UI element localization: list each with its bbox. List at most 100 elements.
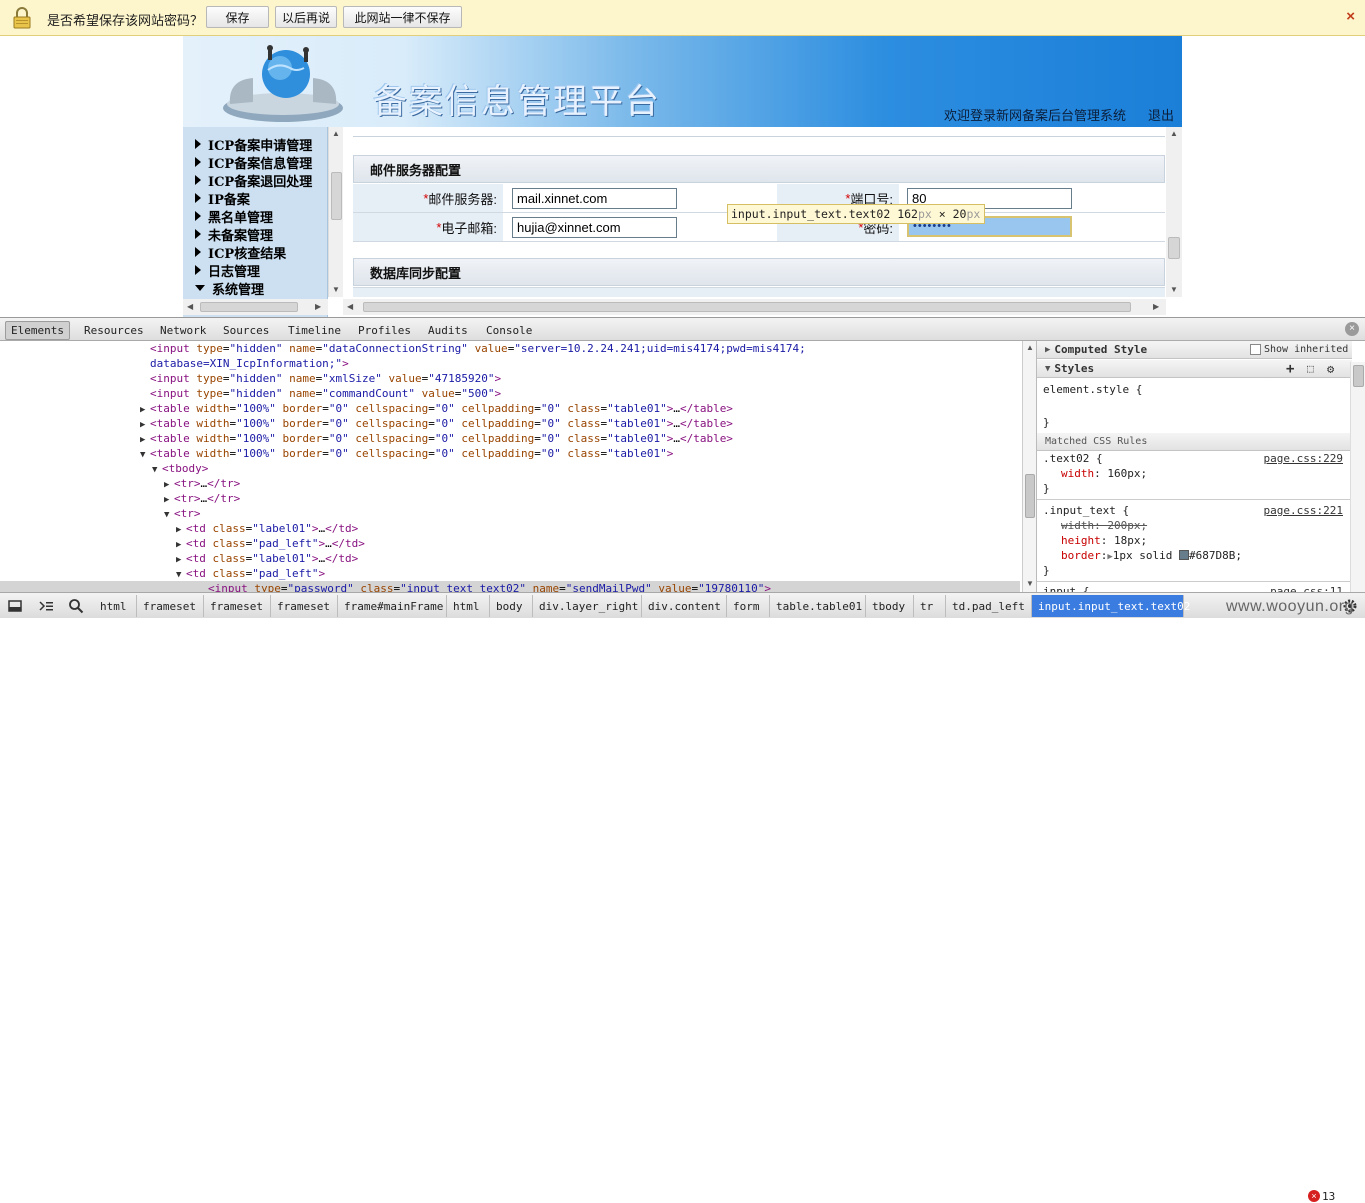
gear-icon[interactable]: ⚙ bbox=[1327, 362, 1334, 376]
scroll-thumb[interactable] bbox=[331, 172, 342, 220]
dom-node-line[interactable]: ▶ <tr>…</tr> bbox=[164, 491, 240, 506]
color-swatch[interactable] bbox=[1179, 550, 1190, 560]
scroll-thumb[interactable] bbox=[1025, 474, 1035, 518]
main-horizontal-scrollbar[interactable]: ◀ ▶ bbox=[343, 299, 1166, 315]
scroll-left-arrow-icon[interactable]: ◀ bbox=[347, 302, 353, 311]
dom-node-line[interactable]: <input type="hidden" name="xmlSize" valu… bbox=[140, 371, 501, 386]
overridden-css-property[interactable]: width: 200px; bbox=[1061, 518, 1147, 533]
collapse-triangle-icon[interactable]: ▼ bbox=[152, 463, 162, 478]
devtools-tab-resources[interactable]: Resources bbox=[79, 321, 149, 340]
scroll-down-arrow-icon[interactable]: ▼ bbox=[1170, 285, 1178, 294]
devtools-tab-timeline[interactable]: Timeline bbox=[283, 321, 346, 340]
dom-node-line[interactable]: ▶ <table width="100%" border="0" cellspac… bbox=[140, 431, 733, 446]
main-vertical-scrollbar[interactable]: ▲ ▼ bbox=[1166, 127, 1182, 297]
email-input[interactable]: hujia@xinnet.com bbox=[512, 217, 677, 238]
logout-link[interactable]: 退出 bbox=[1148, 105, 1174, 124]
rule-selector[interactable]: .input_text { bbox=[1043, 503, 1129, 518]
dom-node-line[interactable]: ▶ <td class="label01">…</td> bbox=[176, 551, 358, 566]
breadcrumb-item[interactable]: frameset bbox=[271, 595, 338, 617]
dom-node-line[interactable]: ▶ <td class="pad_left">…</td> bbox=[176, 536, 365, 551]
infobar-close-icon[interactable]: × bbox=[1346, 8, 1355, 25]
css-property[interactable]: height: 18px; bbox=[1061, 533, 1147, 548]
never-save-button[interactable]: 此网站一律不保存 bbox=[343, 6, 462, 28]
nav-item[interactable]: ICP备案退回处理 bbox=[195, 171, 312, 190]
styles-header[interactable]: ▼ Styles + ⬚ ⚙ bbox=[1037, 360, 1352, 378]
dom-node-line[interactable]: ▼ <tbody> bbox=[152, 461, 208, 476]
scroll-right-arrow-icon[interactable]: ▶ bbox=[315, 302, 321, 311]
breadcrumb-item[interactable]: frameset bbox=[204, 595, 271, 617]
nav-item[interactable]: ICP备案信息管理 bbox=[195, 153, 312, 172]
console-drawer-icon[interactable] bbox=[38, 598, 54, 614]
breadcrumb-item[interactable]: td.pad_left bbox=[946, 595, 1032, 617]
left-vertical-scrollbar[interactable]: ▲ ▼ bbox=[328, 127, 343, 297]
breadcrumb-item[interactable]: div.layer_right bbox=[533, 595, 642, 617]
rule-source-link[interactable]: page.css:221 bbox=[1264, 503, 1343, 518]
dock-icon[interactable] bbox=[7, 598, 23, 614]
devtools-tab-network[interactable]: Network bbox=[155, 321, 211, 340]
dom-node-line[interactable]: <input type="hidden" name="commandCount"… bbox=[140, 386, 501, 401]
dom-node-line[interactable]: ▶ <tr>…</tr> bbox=[164, 476, 240, 491]
styles-scrollbar[interactable] bbox=[1350, 362, 1365, 592]
collapse-triangle-icon[interactable]: ▼ bbox=[164, 508, 174, 523]
save-password-button[interactable]: 保存 bbox=[206, 6, 269, 28]
devtools-tab-console[interactable]: Console bbox=[481, 321, 537, 340]
nav-item[interactable]: ICP备案申请管理 bbox=[195, 135, 312, 154]
selected-dom-node[interactable]: <input type="password" class="input_text… bbox=[0, 581, 1020, 592]
dom-node-line[interactable]: database=XIN_IcpInformation;"> bbox=[140, 356, 349, 371]
scroll-down-arrow-icon[interactable]: ▼ bbox=[332, 285, 340, 294]
computed-style-header[interactable]: ▶ Computed Style Show inherited bbox=[1037, 341, 1352, 359]
scroll-thumb[interactable] bbox=[1353, 365, 1364, 387]
scroll-thumb[interactable] bbox=[200, 302, 298, 312]
scroll-thumb[interactable] bbox=[363, 302, 1131, 312]
rule-source-link[interactable]: page.css:11 bbox=[1270, 584, 1343, 592]
breadcrumb-item[interactable]: input.input_text.text02 bbox=[1032, 595, 1190, 617]
devtools-tab-elements[interactable]: Elements bbox=[5, 321, 70, 340]
nav-item[interactable]: 黑名单管理 bbox=[195, 207, 312, 226]
nav-item[interactable]: 日志管理 bbox=[195, 261, 312, 280]
scroll-left-arrow-icon[interactable]: ◀ bbox=[187, 302, 193, 311]
nav-item[interactable]: 系统管理 bbox=[195, 279, 312, 298]
error-icon[interactable]: × bbox=[1308, 1190, 1320, 1202]
breadcrumb-item[interactable]: table.table01 bbox=[770, 595, 866, 617]
breadcrumb-item[interactable]: html bbox=[447, 595, 490, 617]
dom-node-line[interactable]: <input type="hidden" name="dataConnectio… bbox=[140, 341, 806, 356]
breadcrumb-item[interactable]: div.content bbox=[642, 595, 727, 617]
show-inherited-checkbox[interactable] bbox=[1250, 344, 1261, 355]
css-property[interactable]: border:▶1px solid #687D8B; bbox=[1061, 548, 1242, 563]
nav-item[interactable]: 未备案管理 bbox=[195, 225, 312, 244]
dom-node-line[interactable]: ▶ <td class="label01">…</td> bbox=[176, 521, 358, 536]
breadcrumb-item[interactable]: frameset bbox=[137, 595, 204, 617]
css-property[interactable]: width: 160px; bbox=[1061, 466, 1147, 481]
nav-item[interactable]: ICP核查结果 bbox=[195, 243, 312, 262]
dom-node-line[interactable]: ▼ <table width="100%" border="0" cellspac… bbox=[140, 446, 673, 461]
error-count[interactable]: 13 bbox=[1322, 1190, 1335, 1203]
devtools-tab-sources[interactable]: Sources bbox=[218, 321, 274, 340]
rule-selector[interactable]: .text02 { bbox=[1043, 451, 1103, 466]
dom-tree-scrollbar[interactable]: ▲ ▼ bbox=[1022, 341, 1036, 592]
breadcrumb-item[interactable]: frame#mainFrame bbox=[338, 595, 447, 617]
mail-server-input[interactable]: mail.xinnet.com bbox=[512, 188, 677, 209]
not-now-button[interactable]: 以后再说 bbox=[275, 6, 337, 28]
dom-node-line[interactable]: ▶ <table width="100%" border="0" cellspac… bbox=[140, 401, 733, 416]
rule-selector[interactable]: input { bbox=[1043, 584, 1089, 592]
left-horizontal-scrollbar[interactable]: ◀ ▶ bbox=[183, 299, 328, 315]
element-style-selector[interactable]: element.style { bbox=[1043, 382, 1142, 397]
breadcrumb-item[interactable]: html bbox=[94, 595, 137, 617]
breadcrumb-item[interactable]: tbody bbox=[866, 595, 914, 617]
dom-node-line[interactable]: ▶ <table width="100%" border="0" cellspac… bbox=[140, 416, 733, 431]
breadcrumb-item[interactable]: tr bbox=[914, 595, 946, 617]
devtools-tab-audits[interactable]: Audits bbox=[423, 321, 473, 340]
search-icon[interactable] bbox=[68, 598, 84, 614]
nav-item[interactable]: IP备案 bbox=[195, 189, 312, 208]
scroll-thumb[interactable] bbox=[1168, 237, 1180, 259]
scroll-up-arrow-icon[interactable]: ▲ bbox=[1170, 129, 1178, 138]
rule-source-link[interactable]: page.css:229 bbox=[1264, 451, 1343, 466]
scroll-up-arrow-icon[interactable]: ▲ bbox=[332, 129, 340, 138]
scroll-up-arrow-icon[interactable]: ▲ bbox=[1026, 343, 1034, 352]
add-rule-icon[interactable]: + bbox=[1286, 361, 1294, 377]
dom-node-line[interactable]: ▼ <tr> bbox=[164, 506, 201, 521]
collapse-triangle-icon[interactable]: ▼ bbox=[140, 448, 150, 463]
devtools-tab-profiles[interactable]: Profiles bbox=[353, 321, 416, 340]
dom-node-line[interactable]: ▼ <td class="pad_left"> bbox=[176, 566, 325, 581]
breadcrumb-item[interactable]: form bbox=[727, 595, 770, 617]
